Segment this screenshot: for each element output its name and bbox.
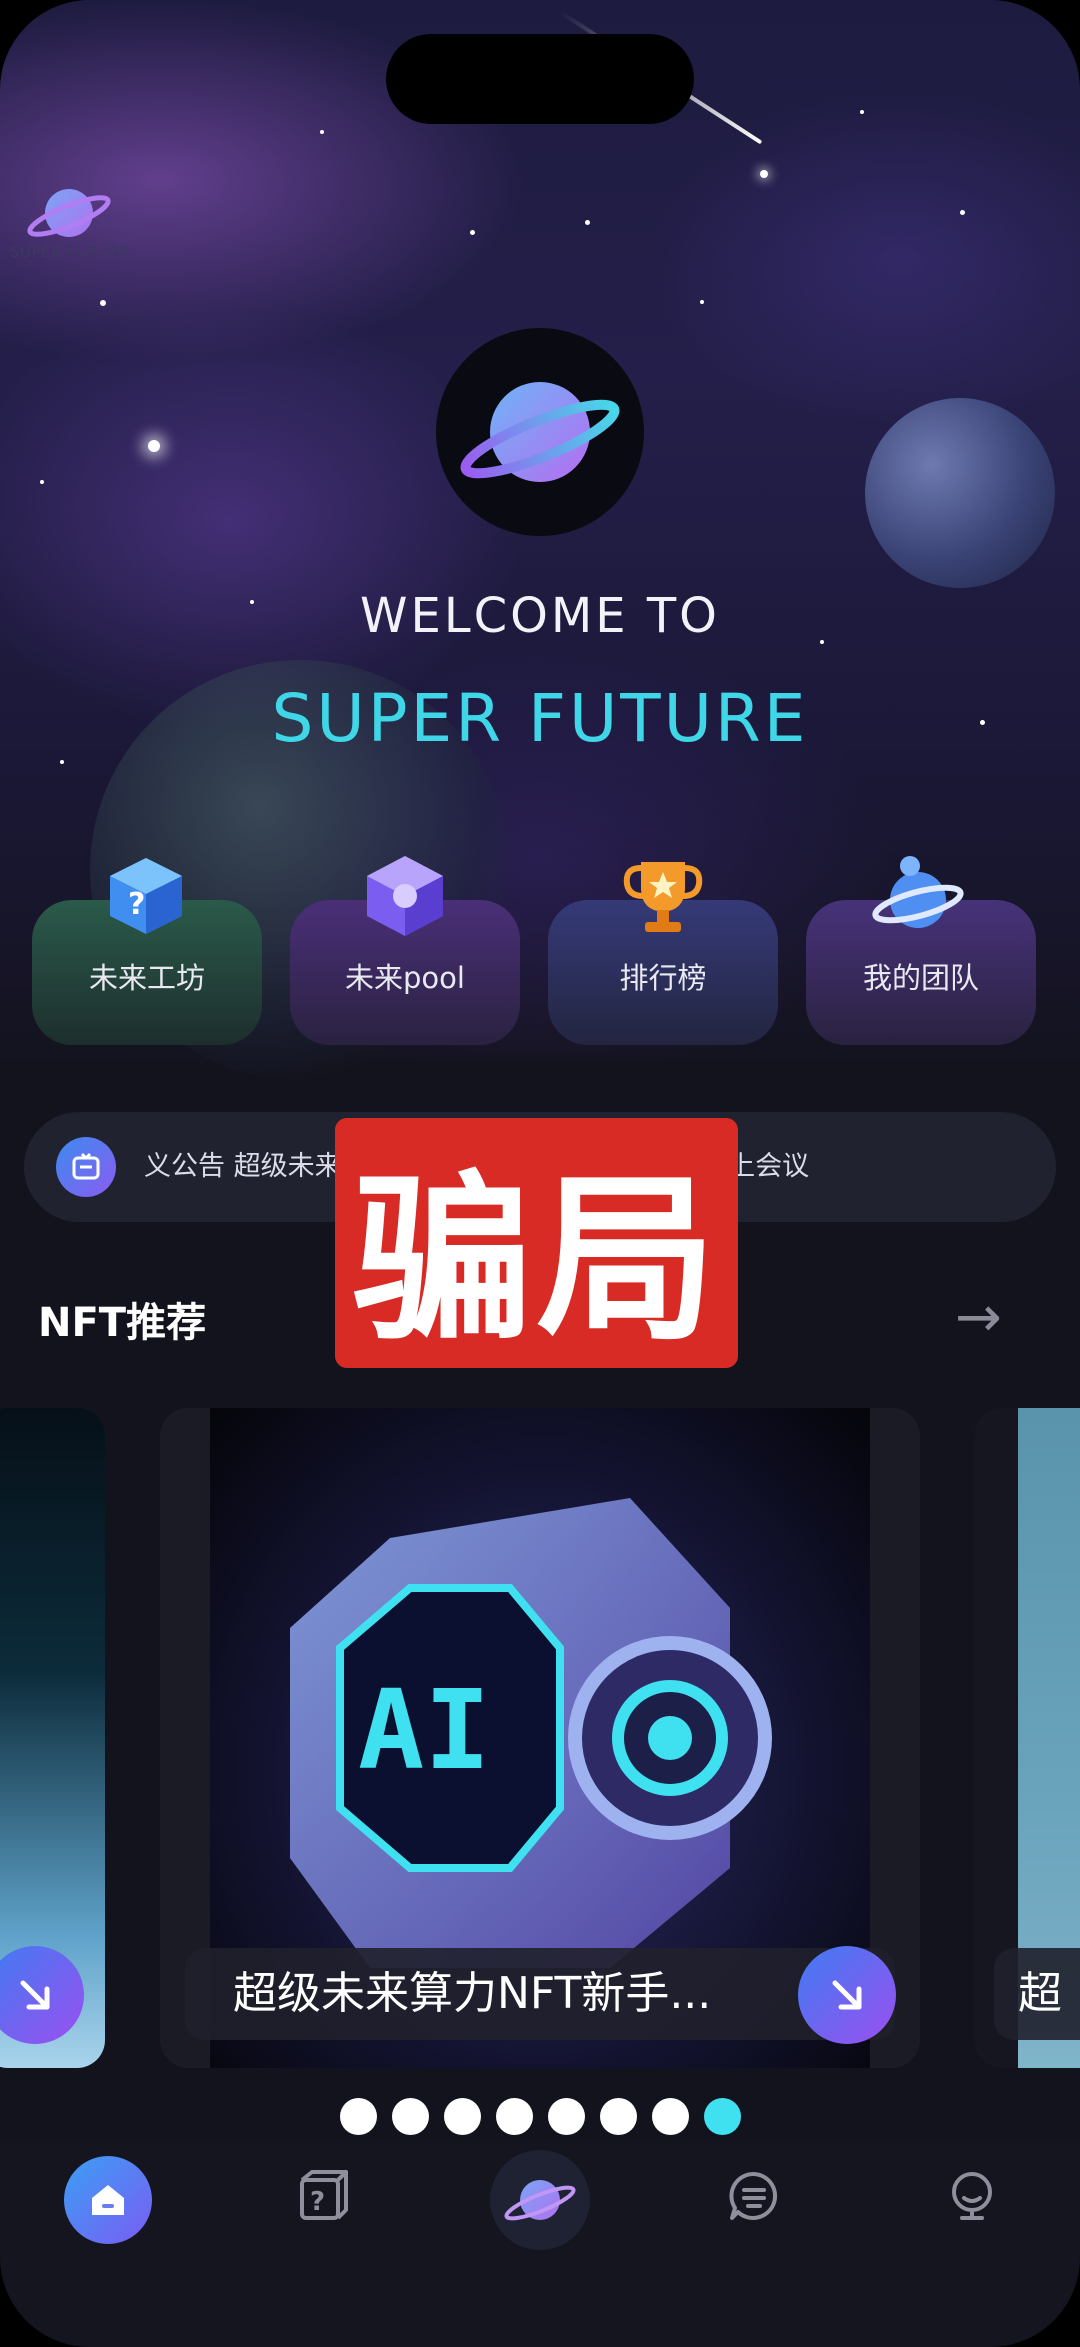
carousel-dot-active[interactable] [704, 2098, 741, 2135]
home-icon [92, 2185, 124, 2215]
nft-card-next[interactable]: 超 [974, 1408, 1080, 2068]
section-title: NFT推荐 [38, 1300, 207, 1346]
carousel-dot[interactable] [392, 2098, 429, 2135]
arrow-down-right-icon [832, 1980, 862, 2010]
app-screen: SUPER FUTURE WELCOME TO SUPER FUTURE 未来工… [0, 0, 1080, 2347]
arrow-down-right-icon [20, 1980, 50, 2010]
planet-logo-icon [504, 2180, 576, 2221]
section-more-arrow[interactable]: → [955, 1290, 1002, 1346]
carousel-dot[interactable] [340, 2098, 377, 2135]
svg-text:?: ? [310, 2187, 325, 2217]
carousel-dot[interactable] [496, 2098, 533, 2135]
nft-title: 超 [1018, 1968, 1062, 2019]
menu-label: 排行榜 [619, 961, 707, 995]
question-cube-icon: ? [110, 858, 182, 934]
carousel-dot[interactable] [652, 2098, 689, 2135]
tab-messages[interactable] [710, 2152, 798, 2240]
carousel-pagination [340, 2098, 741, 2135]
carousel-dot[interactable] [444, 2098, 481, 2135]
team-planet-icon [872, 856, 964, 928]
brand-logo [436, 328, 644, 536]
carousel-dot[interactable] [548, 2098, 585, 2135]
svg-text:?: ? [128, 887, 145, 922]
planet-decoration [865, 398, 1055, 588]
tab-profile[interactable] [928, 2152, 1016, 2240]
tab-home[interactable] [64, 2156, 152, 2244]
trophy-icon [623, 862, 703, 932]
announcement-icon [56, 1137, 116, 1197]
nft-open-button[interactable] [798, 1946, 896, 2044]
planet-logo-icon [460, 382, 620, 482]
carousel-dot[interactable] [600, 2098, 637, 2135]
crystal-cube-icon [367, 856, 443, 936]
menu-label: 未来pool [345, 961, 465, 995]
chat-bubble-icon [729, 2171, 778, 2220]
brand-name: SUPER FUTURE [271, 680, 809, 757]
menu-label: 我的团队 [862, 961, 979, 995]
top-logo-text: SUPER FUTURE [10, 243, 130, 261]
nft-caption: 超级未来算力NFT新手... [185, 1948, 895, 2040]
profile-icon [952, 2172, 992, 2220]
welcome-text: WELCOME TO [360, 588, 720, 644]
tab-center[interactable] [490, 2150, 590, 2250]
svg-text:AI: AI [358, 1666, 490, 1794]
nft-title: 超级未来算力NFT新手... [233, 1968, 712, 2019]
camera-notch [386, 34, 694, 124]
question-box-icon: ? [300, 2170, 348, 2220]
scam-warning-label: 骗局 [335, 1118, 738, 1368]
menu-label: 未来工坊 [88, 961, 205, 995]
tab-tasks[interactable]: ? [280, 2152, 368, 2240]
